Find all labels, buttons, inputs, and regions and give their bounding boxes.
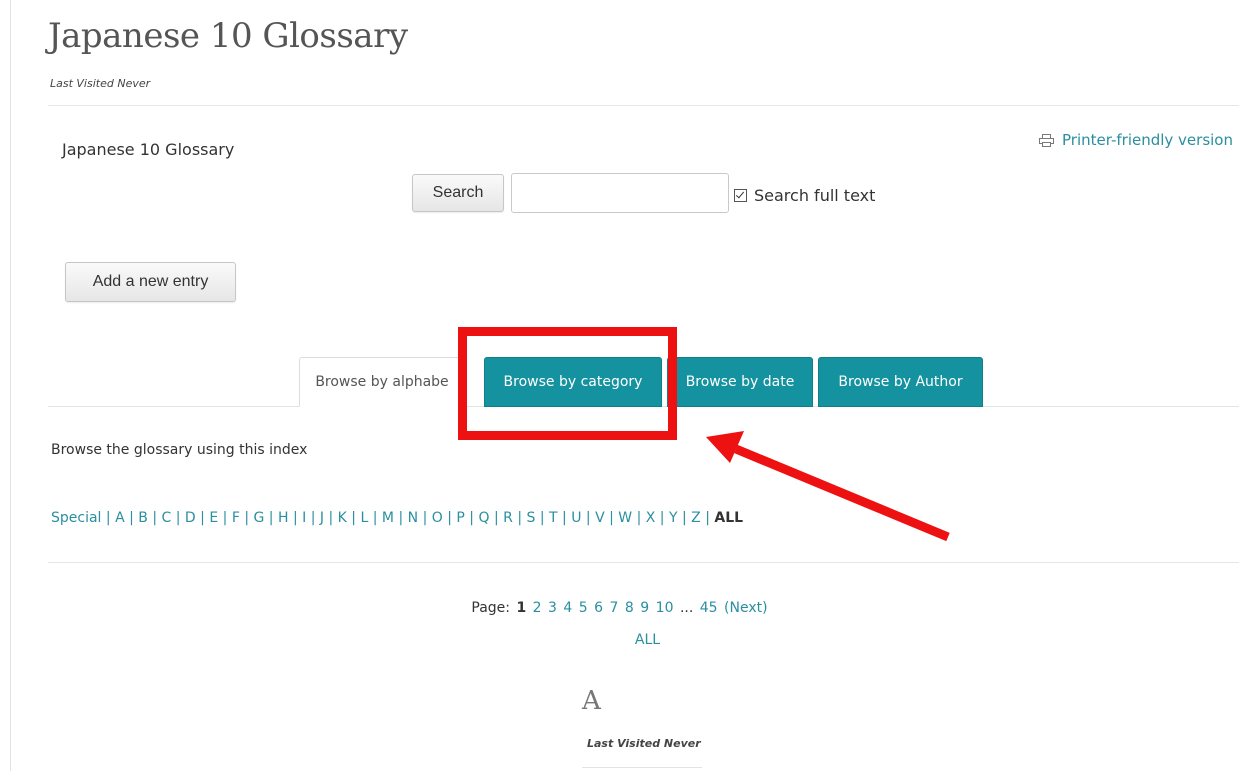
pager-page-link[interactable]: 7 bbox=[610, 600, 619, 616]
alpha-link-f[interactable]: F bbox=[232, 510, 240, 526]
letter-heading: A bbox=[582, 686, 601, 716]
tab-browse-date[interactable]: Browse by date bbox=[667, 357, 813, 407]
arrow-icon bbox=[706, 431, 950, 542]
pager-current-page: 1 bbox=[516, 600, 527, 616]
letter-last-visited: Last Visited Never bbox=[587, 737, 701, 750]
alpha-link-i[interactable]: I bbox=[302, 510, 306, 526]
pager-page-link[interactable]: 2 bbox=[533, 600, 542, 616]
alpha-current-all: ALL bbox=[714, 510, 744, 526]
pager-ellipsis: ... bbox=[679, 600, 694, 616]
pager-page-link[interactable]: 10 bbox=[656, 600, 674, 616]
alpha-link-x[interactable]: X bbox=[646, 510, 656, 526]
alpha-link-b[interactable]: B bbox=[138, 510, 148, 526]
search-full-text-checkbox[interactable]: Search full text bbox=[734, 186, 875, 205]
alpha-link-y[interactable]: Y bbox=[669, 510, 678, 526]
pager-page-link[interactable]: 8 bbox=[625, 600, 634, 616]
alpha-link-r[interactable]: R bbox=[503, 510, 513, 526]
pagination: Page: 1 2 3 4 5 6 7 8 9 10 ... 45 (Next) bbox=[0, 600, 1239, 616]
alpha-link-u[interactable]: U bbox=[571, 510, 581, 526]
divider bbox=[48, 562, 1239, 563]
alpha-link-w[interactable]: W bbox=[618, 510, 632, 526]
printer-friendly-link[interactable]: Printer-friendly version bbox=[1039, 131, 1233, 149]
pager-page-link[interactable]: 4 bbox=[563, 600, 572, 616]
alpha-link-s[interactable]: S bbox=[527, 510, 536, 526]
alpha-link-c[interactable]: C bbox=[162, 510, 172, 526]
divider bbox=[48, 105, 1239, 106]
alpha-link-o[interactable]: O bbox=[432, 510, 443, 526]
pager-page-link[interactable]: 5 bbox=[579, 600, 588, 616]
tab-browse-category[interactable]: Browse by category bbox=[484, 357, 662, 407]
alpha-link-g[interactable]: G bbox=[254, 510, 265, 526]
pager-all-link[interactable]: ALL bbox=[0, 632, 1239, 648]
add-entry-button[interactable]: Add a new entry bbox=[65, 262, 236, 302]
alpha-link-q[interactable]: Q bbox=[478, 510, 489, 526]
tab-browse-author[interactable]: Browse by Author bbox=[818, 357, 983, 407]
alphabet-index: Special | A | B | C | D | E | F | G | H … bbox=[51, 510, 744, 526]
alpha-link-p[interactable]: P bbox=[456, 510, 464, 526]
alpha-link-e[interactable]: E bbox=[209, 510, 218, 526]
alpha-link-h[interactable]: H bbox=[278, 510, 289, 526]
page-title: Japanese 10 Glossary bbox=[48, 16, 408, 56]
pager-label: Page: bbox=[471, 600, 511, 616]
glossary-name: Japanese 10 Glossary bbox=[62, 140, 235, 159]
alpha-link-k[interactable]: K bbox=[338, 510, 347, 526]
printer-icon bbox=[1039, 133, 1055, 147]
checkbox-icon[interactable] bbox=[734, 189, 747, 202]
alpha-link-j[interactable]: J bbox=[320, 510, 324, 526]
pager-page-link[interactable]: 3 bbox=[548, 600, 557, 616]
alpha-link-m[interactable]: M bbox=[382, 510, 394, 526]
pager-page-link[interactable]: 9 bbox=[640, 600, 649, 616]
last-visited: Last Visited Never bbox=[50, 77, 151, 90]
alpha-link-z[interactable]: Z bbox=[691, 510, 701, 526]
pager-last-page-link[interactable]: 45 bbox=[700, 600, 718, 616]
left-border bbox=[10, 0, 11, 771]
search-full-text-label: Search full text bbox=[754, 186, 876, 205]
alpha-link-v[interactable]: V bbox=[595, 510, 605, 526]
alpha-link-a[interactable]: A bbox=[115, 510, 125, 526]
tab-browse-alphabet[interactable]: Browse by alphabe bbox=[299, 357, 465, 407]
alpha-link-special[interactable]: Special bbox=[51, 510, 101, 526]
browse-index-text: Browse the glossary using this index bbox=[51, 442, 308, 458]
alpha-link-l[interactable]: L bbox=[360, 510, 368, 526]
alpha-link-t[interactable]: T bbox=[549, 510, 558, 526]
search-button[interactable]: Search bbox=[412, 174, 504, 212]
pager-page-link[interactable]: 6 bbox=[594, 600, 603, 616]
search-input[interactable] bbox=[511, 173, 729, 213]
alpha-link-n[interactable]: N bbox=[408, 510, 418, 526]
alpha-link-d[interactable]: D bbox=[185, 510, 196, 526]
pager-next-link[interactable]: (Next) bbox=[724, 600, 768, 616]
section-divider bbox=[582, 767, 702, 768]
printer-link-label: Printer-friendly version bbox=[1062, 131, 1233, 149]
